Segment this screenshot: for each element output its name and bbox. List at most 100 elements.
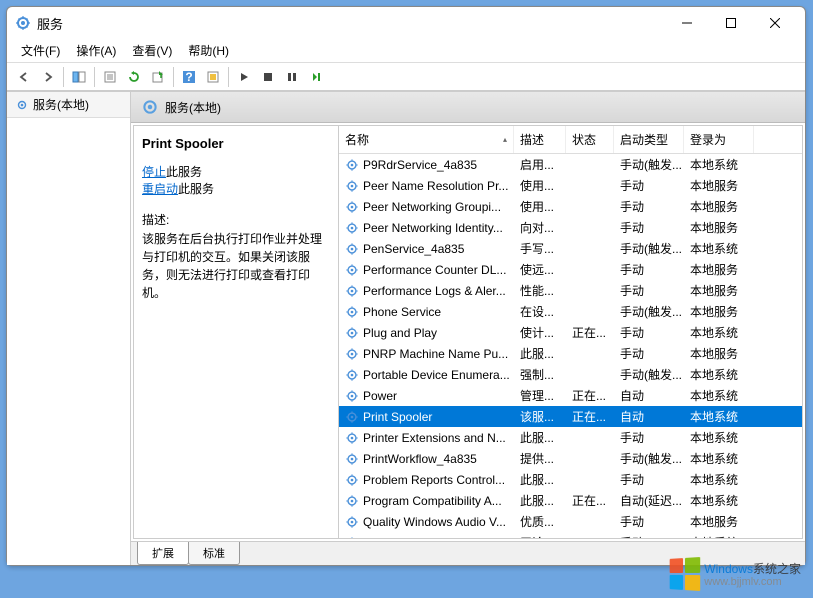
- help-button[interactable]: ?: [178, 66, 200, 88]
- restart-link[interactable]: 重启动: [142, 182, 178, 196]
- export-button[interactable]: [147, 66, 169, 88]
- description-text: 该服务在后台执行打印作业并处理与打印机的交互。如果关闭该服务，则无法进行打印或查…: [142, 230, 330, 302]
- cell-startup: 手动: [614, 469, 684, 490]
- gear-icon: [345, 347, 359, 361]
- cell-desc: 此服...: [514, 490, 566, 511]
- sort-arrow-icon: ▴: [503, 135, 507, 144]
- gear-icon: [345, 158, 359, 172]
- table-row[interactable]: Power管理...正在...自动本地系统: [339, 385, 802, 406]
- back-button[interactable]: [13, 66, 35, 88]
- gear-icon: [345, 242, 359, 256]
- table-row[interactable]: Quality Windows Audio V...优质...手动本地服务: [339, 511, 802, 532]
- table-row[interactable]: Performance Logs & Aler...性能...手动本地服务: [339, 280, 802, 301]
- titlebar[interactable]: 服务: [7, 7, 805, 39]
- menubar: 文件(F) 操作(A) 查看(V) 帮助(H): [7, 39, 805, 63]
- cell-startup: 手动: [614, 343, 684, 364]
- services-list: 名称▴ 描述 状态 启动类型 登录为 P9RdrService_4a835启用.…: [339, 126, 802, 538]
- cell-logon: 本地系统: [684, 532, 754, 538]
- gear-icon: [345, 515, 359, 529]
- cell-status: [566, 289, 614, 293]
- table-row[interactable]: Remote Access Auto Con...无论...手动本地系统: [339, 532, 802, 538]
- col-logon[interactable]: 登录为: [684, 126, 754, 153]
- minimize-button[interactable]: [665, 8, 709, 38]
- table-row[interactable]: Phone Service在设...手动(触发...本地服务: [339, 301, 802, 322]
- cell-logon: 本地服务: [684, 259, 754, 280]
- table-row[interactable]: Print Spooler该服...正在...自动本地系统: [339, 406, 802, 427]
- view-tabs: 扩展 标准: [131, 541, 805, 565]
- cell-name: Print Spooler: [339, 408, 514, 426]
- menu-file[interactable]: 文件(F): [13, 39, 68, 62]
- gear-icon: [15, 98, 29, 112]
- gear-icon: [345, 368, 359, 382]
- stop-link[interactable]: 停止: [142, 165, 166, 179]
- cell-status: 正在...: [566, 322, 614, 343]
- cell-logon: 本地系统: [684, 427, 754, 448]
- list-body[interactable]: P9RdrService_4a835启用...手动(触发...本地系统Peer …: [339, 154, 802, 538]
- table-row[interactable]: Program Compatibility A...此服...正在...自动(延…: [339, 490, 802, 511]
- cell-startup: 手动: [614, 196, 684, 217]
- cell-status: 正在...: [566, 406, 614, 427]
- cell-desc: 使远...: [514, 259, 566, 280]
- right-body: Print Spooler 停止此服务 重启动此服务 描述: 该服务在后台执行打…: [133, 125, 803, 539]
- cell-desc: 该服...: [514, 406, 566, 427]
- tab-extended[interactable]: 扩展: [137, 542, 189, 565]
- properties-button[interactable]: [99, 66, 121, 88]
- tree-root-item[interactable]: 服务(本地): [7, 92, 130, 118]
- gear-icon: [345, 389, 359, 403]
- menu-view[interactable]: 查看(V): [124, 39, 180, 62]
- cell-startup: 手动: [614, 217, 684, 238]
- cell-status: [566, 310, 614, 314]
- cell-startup: 手动: [614, 259, 684, 280]
- col-name[interactable]: 名称▴: [339, 126, 514, 153]
- table-row[interactable]: Problem Reports Control...此服...手动本地系统: [339, 469, 802, 490]
- table-row[interactable]: Plug and Play使计...正在...手动本地系统: [339, 322, 802, 343]
- cell-startup: 自动: [614, 385, 684, 406]
- cell-status: [566, 184, 614, 188]
- cell-startup: 自动: [614, 406, 684, 427]
- pause-service-button[interactable]: [281, 66, 303, 88]
- col-description[interactable]: 描述: [514, 126, 566, 153]
- cell-desc: 使用...: [514, 196, 566, 217]
- start-service-button[interactable]: [233, 66, 255, 88]
- table-row[interactable]: PNRP Machine Name Pu...此服...手动本地服务: [339, 343, 802, 364]
- cell-name: Quality Windows Audio V...: [339, 513, 514, 531]
- table-row[interactable]: Printer Extensions and N...此服...手动本地系统: [339, 427, 802, 448]
- cell-name: Printer Extensions and N...: [339, 429, 514, 447]
- cell-desc: 使用...: [514, 175, 566, 196]
- maximize-button[interactable]: [709, 8, 753, 38]
- cell-status: 正在...: [566, 385, 614, 406]
- tab-standard[interactable]: 标准: [188, 542, 240, 565]
- cell-name: Plug and Play: [339, 324, 514, 342]
- cell-logon: 本地服务: [684, 196, 754, 217]
- cell-logon: 本地系统: [684, 364, 754, 385]
- table-row[interactable]: PrintWorkflow_4a835提供...手动(触发...本地系统: [339, 448, 802, 469]
- cell-startup: 手动(触发...: [614, 301, 684, 322]
- cell-status: [566, 226, 614, 230]
- table-row[interactable]: Peer Networking Identity...向对...手动本地服务: [339, 217, 802, 238]
- gear-icon: [345, 536, 359, 539]
- table-row[interactable]: Peer Name Resolution Pr...使用...手动本地服务: [339, 175, 802, 196]
- toolbar-extra-button[interactable]: [202, 66, 224, 88]
- restart-service-button[interactable]: [305, 66, 327, 88]
- col-startup[interactable]: 启动类型: [614, 126, 684, 153]
- cell-logon: 本地服务: [684, 301, 754, 322]
- table-row[interactable]: Performance Counter DL...使远...手动本地服务: [339, 259, 802, 280]
- menu-action[interactable]: 操作(A): [68, 39, 124, 62]
- show-hide-tree-button[interactable]: [68, 66, 90, 88]
- table-row[interactable]: PenService_4a835手写...手动(触发...本地系统: [339, 238, 802, 259]
- cell-logon: 本地服务: [684, 280, 754, 301]
- tree-pane[interactable]: 服务(本地): [7, 92, 131, 565]
- table-row[interactable]: P9RdrService_4a835启用...手动(触发...本地系统: [339, 154, 802, 175]
- close-button[interactable]: [753, 8, 797, 38]
- forward-button[interactable]: [37, 66, 59, 88]
- cell-status: [566, 352, 614, 356]
- cell-status: [566, 268, 614, 272]
- stop-service-button[interactable]: [257, 66, 279, 88]
- cell-desc: 在设...: [514, 301, 566, 322]
- table-row[interactable]: Peer Networking Groupi...使用...手动本地服务: [339, 196, 802, 217]
- refresh-button[interactable]: [123, 66, 145, 88]
- cell-logon: 本地系统: [684, 385, 754, 406]
- col-status[interactable]: 状态: [566, 126, 614, 153]
- menu-help[interactable]: 帮助(H): [180, 39, 237, 62]
- table-row[interactable]: Portable Device Enumera...强制...手动(触发...本…: [339, 364, 802, 385]
